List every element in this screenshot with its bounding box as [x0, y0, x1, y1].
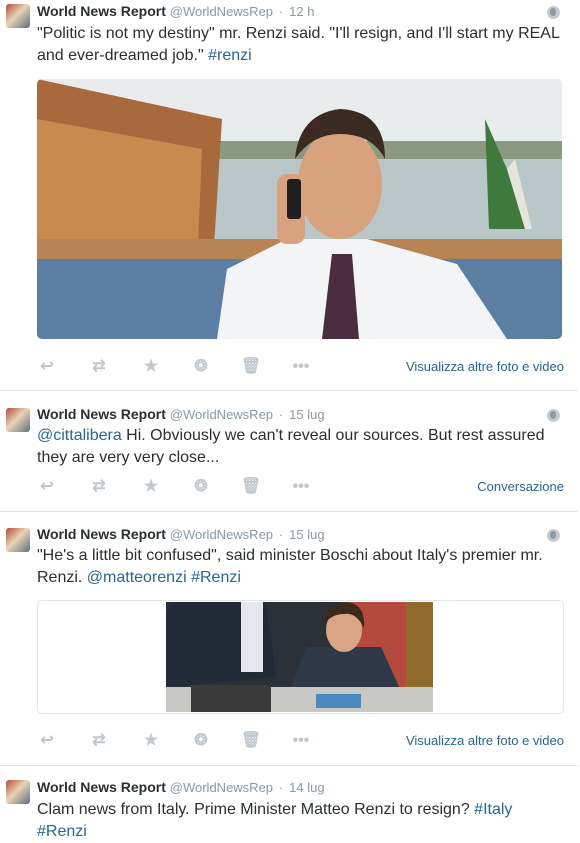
author-name[interactable]: World News Report [37, 779, 166, 795]
tweet-4: World News Report @WorldNewsRep · 14 lug… [0, 766, 578, 840]
reply-icon[interactable]: ↩ [36, 477, 58, 497]
author-handle[interactable]: @WorldNewsRep [170, 527, 273, 542]
vine-icon[interactable]: ❂ [190, 357, 212, 377]
hashtag-link[interactable]: #Renzi [37, 823, 87, 840]
favorite-icon[interactable]: ★ [140, 357, 162, 377]
tweet-2: World News Report @WorldNewsRep · 15 lug… [0, 391, 578, 512]
view-media-link[interactable]: Visualizza altre foto e video [406, 359, 564, 374]
more-icon[interactable]: ••• [290, 731, 312, 751]
tweet-actions: ↩ ⇄ ★ ❂ 🗑 ••• Visualizza altre foto e vi… [36, 357, 566, 377]
tweet-time[interactable]: 14 lug [289, 780, 324, 795]
avatar[interactable] [6, 780, 30, 804]
photo-parliament [166, 602, 433, 712]
tweet-time[interactable]: 15 lug [289, 527, 324, 542]
author-handle[interactable]: @WorldNewsRep [170, 4, 273, 19]
globe-icon [547, 409, 560, 422]
tweet-header: World News Report @WorldNewsRep · 12 h [37, 3, 315, 19]
tweet-header: World News Report @WorldNewsRep · 14 lug [37, 779, 325, 795]
tweet-text: "He's a little bit confused", said minis… [37, 547, 543, 586]
favorite-icon[interactable]: ★ [140, 731, 162, 751]
favorite-icon[interactable]: ★ [140, 477, 162, 497]
globe-icon [547, 529, 560, 542]
tweet-header: World News Report @WorldNewsRep · 15 lug [37, 406, 325, 422]
author-name[interactable]: World News Report [37, 3, 166, 19]
vine-icon[interactable]: ❂ [190, 477, 212, 497]
hashtag-link[interactable]: #renzi [208, 47, 252, 64]
tweet-actions: ↩ ⇄ ★ ❂ 🗑 ••• Conversazione [36, 477, 566, 497]
retweet-icon[interactable]: ⇄ [88, 357, 110, 377]
mention-link[interactable]: @cittalibera [37, 427, 122, 444]
more-icon[interactable]: ••• [290, 477, 312, 497]
author-name[interactable]: World News Report [37, 526, 166, 542]
reply-icon[interactable]: ↩ [36, 731, 58, 751]
delete-icon[interactable]: 🗑 [240, 357, 262, 377]
mention-link[interactable]: @matteorenzi [87, 569, 187, 586]
tweet-text: "Politic is not my destiny" mr. Renzi sa… [37, 25, 560, 64]
author-name[interactable]: World News Report [37, 406, 166, 422]
avatar[interactable] [6, 528, 30, 552]
author-handle[interactable]: @WorldNewsRep [170, 407, 273, 422]
tweet-actions: ↩ ⇄ ★ ❂ 🗑 ••• Visualizza altre foto e vi… [36, 731, 566, 751]
retweet-icon[interactable]: ⇄ [88, 477, 110, 497]
tweet-photo-frame[interactable] [37, 600, 564, 714]
more-icon[interactable]: ••• [290, 357, 312, 377]
tweet-text: Clam news from Italy. Prime Minister Mat… [37, 801, 513, 840]
tweet-3: World News Report @WorldNewsRep · 15 lug… [0, 512, 578, 766]
tweet-time[interactable]: 12 h [289, 4, 314, 19]
tweet-photo[interactable] [37, 79, 562, 339]
globe-icon [547, 6, 560, 19]
tweet-time[interactable]: 15 lug [289, 407, 324, 422]
conversation-link[interactable]: Conversazione [477, 479, 564, 494]
avatar[interactable] [6, 408, 30, 432]
retweet-icon[interactable]: ⇄ [88, 731, 110, 751]
hashtag-link[interactable]: #Renzi [191, 569, 241, 586]
view-media-link[interactable]: Visualizza altre foto e video [406, 733, 564, 748]
tweet-text: @cittalibera Hi. Obviously we can't reve… [37, 427, 545, 466]
tweet-header: World News Report @WorldNewsRep · 15 lug [37, 526, 325, 542]
delete-icon[interactable]: 🗑 [240, 731, 262, 751]
tweet-1: World News Report @WorldNewsRep · 12 h "… [0, 0, 578, 391]
avatar[interactable] [6, 4, 30, 28]
tweet-photo[interactable] [166, 602, 433, 712]
photo-renzi-boat [37, 79, 562, 339]
delete-icon[interactable]: 🗑 [240, 477, 262, 497]
vine-icon[interactable]: ❂ [190, 731, 212, 751]
hashtag-link[interactable]: #Italy [474, 801, 512, 818]
reply-icon[interactable]: ↩ [36, 357, 58, 377]
author-handle[interactable]: @WorldNewsRep [170, 780, 273, 795]
